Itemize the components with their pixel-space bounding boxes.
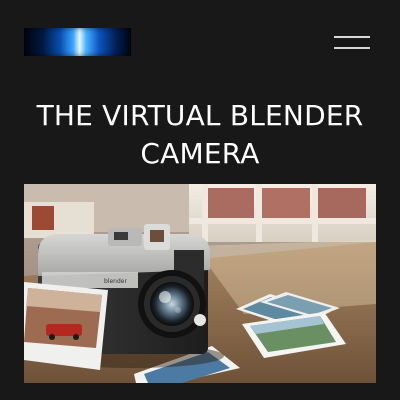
page-title: THE VIRTUAL BLENDER CAMERA	[36, 99, 364, 170]
camera-brand-label: blender	[104, 278, 127, 285]
menu-line-icon	[334, 47, 370, 49]
brand-logo-icon[interactable]	[24, 28, 131, 56]
page: THE VIRTUAL BLENDER CAMERA blender	[0, 0, 400, 400]
menu-line-icon	[334, 36, 370, 38]
hamburger-menu-button[interactable]	[334, 34, 370, 50]
camera-render-illustration: blender	[24, 184, 376, 383]
hero-image: blender	[24, 184, 376, 383]
